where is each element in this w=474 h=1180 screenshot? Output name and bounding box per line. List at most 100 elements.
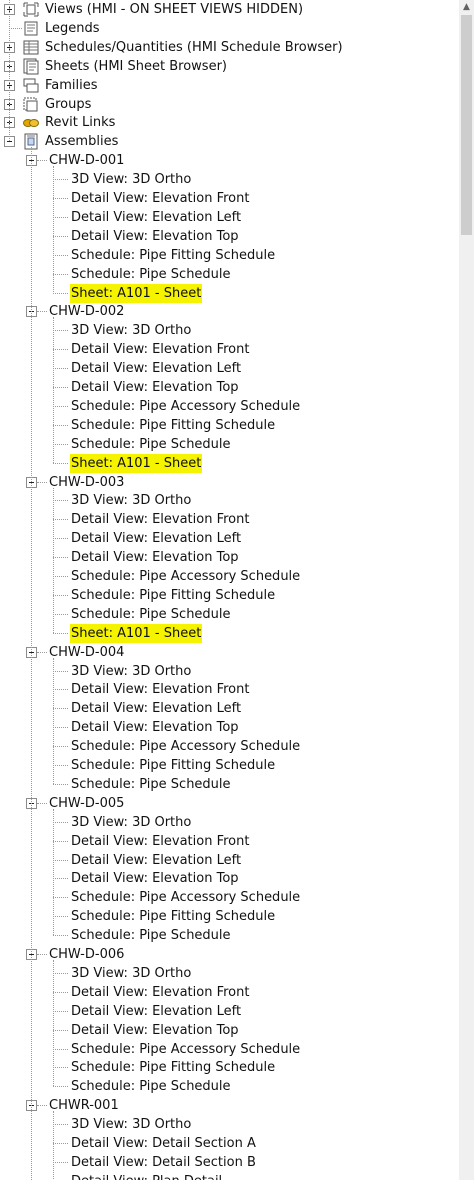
view-item-label[interactable]: Schedule: Pipe Accessory Schedule bbox=[70, 888, 301, 907]
tree-connector bbox=[53, 1111, 54, 1180]
tree-item-label: Families bbox=[45, 77, 98, 93]
revit-links-icon bbox=[22, 114, 40, 131]
assembly-name[interactable]: CHW-D-001 bbox=[48, 151, 125, 170]
tree-connector bbox=[37, 954, 47, 955]
tree-connector bbox=[37, 651, 47, 653]
view-item-label[interactable]: Detail View: Elevation Front bbox=[70, 680, 250, 699]
view-item-label[interactable]: Schedule: Pipe Fitting Schedule bbox=[70, 1058, 276, 1077]
tree-item-label: Legends bbox=[45, 20, 100, 36]
families-icon bbox=[22, 77, 40, 94]
assembly-view-item[interactable] bbox=[0, 662, 459, 681]
view-item-label[interactable]: Detail View: Elevation Top bbox=[70, 718, 240, 737]
view-item-label[interactable]: 3D View: 3D Ortho bbox=[70, 170, 192, 189]
scroll-up-arrow-icon[interactable]: ▲ bbox=[459, 0, 474, 15]
view-item-label[interactable]: 3D View: 3D Ortho bbox=[70, 1115, 192, 1134]
view-item-label[interactable]: Detail View: Elevation Front bbox=[70, 983, 250, 1002]
tree-connector bbox=[37, 311, 47, 313]
tree-connector bbox=[53, 960, 54, 1087]
assembly-name[interactable]: CHW-D-003 bbox=[48, 473, 125, 492]
view-item-label[interactable]: 3D View: 3D Ortho bbox=[70, 662, 192, 681]
assembly-view-item[interactable] bbox=[0, 813, 459, 832]
tree-item-label: Schedules/Quantities (HMI Schedule Brows… bbox=[45, 39, 343, 55]
tree-connector bbox=[53, 317, 54, 463]
tree-item-label: Groups bbox=[45, 96, 92, 112]
groups-icon bbox=[22, 96, 40, 113]
view-item-label[interactable]: Detail View: Elevation Top bbox=[70, 548, 240, 567]
view-item-label[interactable]: Detail View: Detail Section B bbox=[70, 1153, 257, 1172]
view-item-label[interactable]: Detail View: Plan Detail bbox=[70, 1172, 223, 1180]
assembly-view-item[interactable] bbox=[0, 321, 459, 340]
assembly-name[interactable]: CHW-D-005 bbox=[48, 794, 125, 813]
tree-connector bbox=[37, 802, 47, 804]
view-item-label[interactable]: Schedule: Pipe Accessory Schedule bbox=[70, 737, 301, 756]
tree-item-label: Views (HMI - ON SHEET VIEWS HIDDEN) bbox=[45, 2, 304, 17]
view-item-label[interactable]: Detail View: Elevation Left bbox=[70, 529, 242, 548]
view-item-label[interactable]: Schedule: Pipe Fitting Schedule bbox=[70, 246, 276, 265]
tree-connector bbox=[37, 1105, 47, 1107]
view-item-label[interactable]: Schedule: Pipe Schedule bbox=[70, 926, 232, 945]
tree-connector bbox=[37, 481, 47, 483]
assembly-view-item[interactable] bbox=[0, 624, 459, 643]
assembly-view-item[interactable] bbox=[0, 454, 459, 473]
tree-connector bbox=[37, 160, 47, 162]
tree-item-label: Assemblies bbox=[45, 134, 119, 150]
assembly-name[interactable]: CHW-D-006 bbox=[48, 945, 125, 964]
view-item-label[interactable]: Detail View: Elevation Left bbox=[70, 851, 242, 870]
assembly-name[interactable]: CHWR-001 bbox=[48, 1096, 120, 1115]
schedules-icon bbox=[22, 39, 40, 56]
tree-connector bbox=[9, 0, 10, 142]
view-item-label[interactable]: 3D View: 3D Ortho bbox=[70, 813, 192, 832]
view-item-label[interactable]: Detail View: Elevation Left bbox=[70, 359, 242, 378]
view-item-label[interactable]: Detail View: Detail Section A bbox=[70, 1134, 257, 1153]
view-item-label[interactable]: Detail View: Elevation Left bbox=[70, 699, 242, 718]
view-item-label[interactable]: Detail View: Elevation Front bbox=[70, 189, 250, 208]
assembly-view-item[interactable] bbox=[0, 1172, 459, 1180]
assembly-name[interactable]: CHW-D-002 bbox=[48, 302, 125, 321]
assembly-view-item[interactable] bbox=[0, 491, 459, 510]
view-item-label[interactable]: Schedule: Pipe Fitting Schedule bbox=[70, 416, 276, 435]
sheets-icon bbox=[22, 58, 40, 75]
sheet-item-highlighted[interactable]: Sheet: A101 - Sheet bbox=[70, 623, 203, 643]
assembly-name[interactable]: CHW-D-004 bbox=[48, 643, 125, 662]
sheet-item-highlighted[interactable]: Sheet: A101 - Sheet bbox=[70, 283, 203, 303]
view-item-label[interactable]: 3D View: 3D Ortho bbox=[70, 321, 192, 340]
assembly-view-item[interactable] bbox=[0, 284, 459, 303]
view-item-label[interactable]: Detail View: Elevation Top bbox=[70, 378, 240, 397]
assembly-view-item[interactable] bbox=[0, 170, 459, 189]
view-item-label[interactable]: Detail View: Elevation Front bbox=[70, 510, 250, 529]
view-item-label[interactable]: Schedule: Pipe Schedule bbox=[70, 435, 232, 454]
view-item-label[interactable]: Schedule: Pipe Schedule bbox=[70, 605, 232, 624]
tree-connector bbox=[53, 808, 54, 936]
view-item-label[interactable]: Detail View: Elevation Left bbox=[70, 208, 242, 227]
view-item-label[interactable]: Schedule: Pipe Accessory Schedule bbox=[70, 1040, 301, 1059]
views-icon bbox=[22, 1, 40, 18]
vertical-scrollbar[interactable]: ▲ bbox=[459, 0, 474, 1180]
view-item-label[interactable]: Schedule: Pipe Accessory Schedule bbox=[70, 567, 301, 586]
tree-connector bbox=[53, 487, 54, 633]
tree-connector bbox=[53, 657, 54, 784]
tree-item-label: Sheets (HMI Sheet Browser) bbox=[45, 58, 227, 74]
assembly-view-item[interactable] bbox=[0, 1115, 459, 1134]
assembly-view-item[interactable] bbox=[0, 964, 459, 983]
view-item-label[interactable]: Detail View: Elevation Top bbox=[70, 1021, 240, 1040]
view-item-label[interactable]: Schedule: Pipe Fitting Schedule bbox=[70, 586, 276, 605]
scrollbar-thumb[interactable] bbox=[461, 15, 472, 235]
view-item-label[interactable]: 3D View: 3D Ortho bbox=[70, 491, 192, 510]
view-item-label[interactable]: Schedule: Pipe Schedule bbox=[70, 265, 232, 284]
sheet-item-highlighted[interactable]: Sheet: A101 - Sheet bbox=[70, 453, 203, 473]
view-item-label[interactable]: Detail View: Elevation Left bbox=[70, 1002, 242, 1021]
tree-connector bbox=[31, 147, 32, 1180]
view-item-label[interactable]: Detail View: Elevation Top bbox=[70, 869, 240, 888]
view-item-label[interactable]: Schedule: Pipe Schedule bbox=[70, 1077, 232, 1096]
legends-icon bbox=[22, 20, 40, 37]
view-item-label[interactable]: 3D View: 3D Ortho bbox=[70, 964, 192, 983]
tree-connector bbox=[53, 166, 54, 293]
tree-item-label: Revit Links bbox=[45, 115, 116, 131]
view-item-label[interactable]: Detail View: Elevation Front bbox=[70, 340, 250, 359]
view-item-label[interactable]: Schedule: Pipe Schedule bbox=[70, 775, 232, 794]
view-item-label[interactable]: Schedule: Pipe Fitting Schedule bbox=[70, 907, 276, 926]
view-item-label[interactable]: Detail View: Elevation Top bbox=[70, 227, 240, 246]
view-item-label[interactable]: Detail View: Elevation Front bbox=[70, 832, 250, 851]
view-item-label[interactable]: Schedule: Pipe Accessory Schedule bbox=[70, 397, 301, 416]
view-item-label[interactable]: Schedule: Pipe Fitting Schedule bbox=[70, 756, 276, 775]
